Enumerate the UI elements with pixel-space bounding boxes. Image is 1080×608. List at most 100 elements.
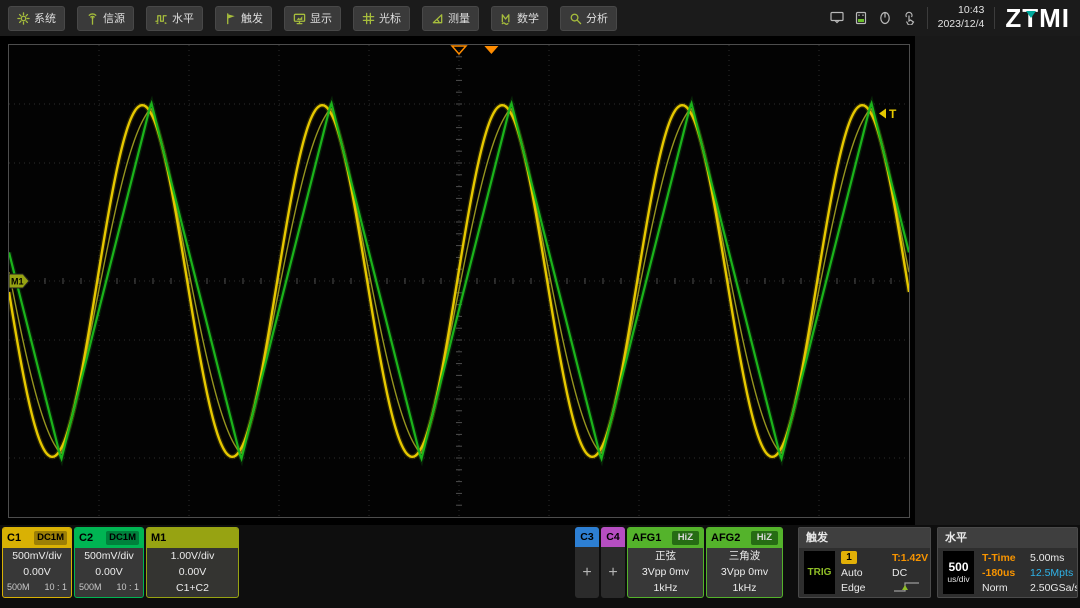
- trigger-type[interactable]: Edge: [841, 582, 883, 594]
- timebase-unit: us/div: [947, 574, 969, 584]
- menu-analyze[interactable]: 分析: [560, 6, 617, 31]
- channel-label: C3: [575, 527, 599, 547]
- trigger-source-badge[interactable]: 1: [841, 551, 857, 564]
- bandwidth: 500M: [79, 580, 102, 594]
- trigger-status-box: TRIG: [804, 551, 835, 594]
- t-time-label: T-Time: [982, 552, 1030, 564]
- logo-letter: MI: [1039, 0, 1070, 36]
- top-toolbar: 系统 信源 水平 触发 显示 光标 测量 数学: [0, 0, 1080, 36]
- storage-icon[interactable]: [853, 11, 869, 25]
- right-sidebar: [915, 36, 1080, 525]
- trigger-status: TRIG: [808, 567, 832, 578]
- trigger-level-marker[interactable]: [879, 108, 886, 118]
- channel-panel-c3[interactable]: C3 +: [575, 527, 599, 598]
- math-expression: C1+C2: [147, 581, 238, 596]
- screen-icon[interactable]: [829, 11, 845, 25]
- trigger-panel[interactable]: 触发 TRIG 1 T:1.42V Auto DC Edge: [798, 527, 931, 598]
- probe-ratio: 10 : 1: [116, 580, 139, 594]
- mouse-icon[interactable]: [877, 11, 893, 25]
- add-channel-button[interactable]: +: [601, 547, 625, 598]
- scope-graticule[interactable]: M1T: [9, 45, 909, 517]
- waveform-display[interactable]: M1T: [8, 44, 910, 518]
- menu-label: 触发: [241, 10, 263, 26]
- impedance-badge: HiZ: [751, 531, 778, 545]
- gear-icon: [17, 12, 30, 25]
- t-time-value: 5.00ms: [1030, 552, 1078, 564]
- trigger-level[interactable]: T:1.42V: [883, 552, 928, 564]
- clock: 10:43 2023/12/4: [938, 4, 985, 31]
- channel-scale: 500mV/div: [75, 549, 143, 564]
- math-icon: [500, 12, 513, 25]
- display-icon: [293, 12, 306, 25]
- delay-value[interactable]: -180us: [982, 567, 1030, 579]
- channel-label: C2: [79, 532, 93, 544]
- coupling-badge: DC1M: [34, 531, 67, 545]
- channel-label: C4: [601, 527, 625, 547]
- logo-letter: Z: [1005, 0, 1022, 36]
- logo-triangle-icon: [1026, 11, 1036, 18]
- menu-bar: 系统 信源 水平 触发 显示 光标 测量 数学: [8, 6, 617, 31]
- math-offset: 0.00V: [147, 565, 238, 580]
- topbar-right: 10:43 2023/12/4 Z T MI: [829, 0, 1070, 36]
- menu-horizontal[interactable]: 水平: [146, 6, 203, 31]
- clock-time: 10:43: [938, 4, 985, 18]
- channel-panel-c4[interactable]: C4 +: [601, 527, 625, 598]
- menu-label: 水平: [172, 10, 194, 26]
- trigger-position-marker[interactable]: [484, 46, 498, 54]
- afg-amplitude: 3Vpp 0mv: [628, 565, 703, 580]
- divider: [927, 7, 928, 29]
- afg1-panel[interactable]: AFG1HiZ 正弦 3Vpp 0mv 1kHz: [627, 527, 704, 598]
- afg-label: AFG1: [632, 532, 661, 544]
- horizontal-panel[interactable]: 水平 500 us/div T-Time 5.00ms -180us 12.5M…: [937, 527, 1078, 598]
- clock-date: 2023/12/4: [938, 18, 985, 32]
- menu-source[interactable]: 信源: [77, 6, 134, 31]
- bandwidth: 500M: [7, 580, 30, 594]
- acquisition-mode[interactable]: Norm: [982, 582, 1030, 594]
- menu-math[interactable]: 数学: [491, 6, 548, 31]
- menu-measure[interactable]: 测量: [422, 6, 479, 31]
- afg-frequency: 1kHz: [628, 581, 703, 596]
- main-area: M1T: [0, 36, 1080, 525]
- menu-cursor[interactable]: 光标: [353, 6, 410, 31]
- rising-edge-icon: [892, 580, 922, 593]
- record-points: 12.5Mpts: [1030, 567, 1078, 579]
- channel-panel-c1[interactable]: C1DC1M 500mV/div 0.00V 500M10 : 1: [2, 527, 72, 598]
- coupling-badge: DC1M: [106, 531, 139, 545]
- svg-text:M1: M1: [11, 277, 24, 287]
- channel-label: C1: [7, 532, 21, 544]
- menu-system[interactable]: 系统: [8, 6, 65, 31]
- search-icon: [569, 12, 582, 25]
- timebase-value: 500: [948, 561, 968, 574]
- afg-label: AFG2: [711, 532, 740, 544]
- trigger-slope[interactable]: [883, 580, 928, 596]
- sample-rate: 2.50GSa/s: [1030, 582, 1078, 594]
- trigger-mode[interactable]: Auto: [841, 567, 883, 579]
- status-icons: [829, 11, 917, 25]
- menu-label: 系统: [34, 10, 56, 26]
- menu-label: 显示: [310, 10, 332, 26]
- math-panel-m1[interactable]: M1 1.00V/div 0.00V C1+C2: [146, 527, 239, 598]
- afg-waveform: 三角波: [707, 549, 782, 564]
- channel-panel-c2[interactable]: C2 DC1M 500mV/div 0.00V 500M 10 : 1: [74, 527, 144, 598]
- channel-offset: 0.00V: [75, 565, 143, 580]
- brand-logo: Z T MI: [1005, 0, 1070, 36]
- menu-display[interactable]: 显示: [284, 6, 341, 31]
- signal-icon: [86, 12, 99, 25]
- menu-label: 信源: [103, 10, 125, 26]
- afg-waveform: 正弦: [628, 549, 703, 564]
- channel-scale: 500mV/div: [3, 549, 71, 564]
- measure-icon: [431, 12, 444, 25]
- math-label: M1: [151, 532, 166, 544]
- afg2-panel[interactable]: AFG2HiZ 三角波 3Vpp 0mv 1kHz: [706, 527, 783, 598]
- menu-trigger[interactable]: 触发: [215, 6, 272, 31]
- menu-label: 数学: [517, 10, 539, 26]
- add-channel-button[interactable]: +: [575, 547, 599, 598]
- trigger-coupling[interactable]: DC: [883, 567, 928, 579]
- timebase-box[interactable]: 500 us/div: [943, 551, 974, 594]
- math-scale: 1.00V/div: [147, 549, 238, 564]
- horizontal-panel-title: 水平: [938, 528, 1077, 548]
- touch-icon[interactable]: [901, 11, 917, 25]
- channel-offset: 0.00V: [3, 565, 71, 580]
- horizontal-icon: [155, 12, 168, 25]
- cursor-icon: [362, 12, 375, 25]
